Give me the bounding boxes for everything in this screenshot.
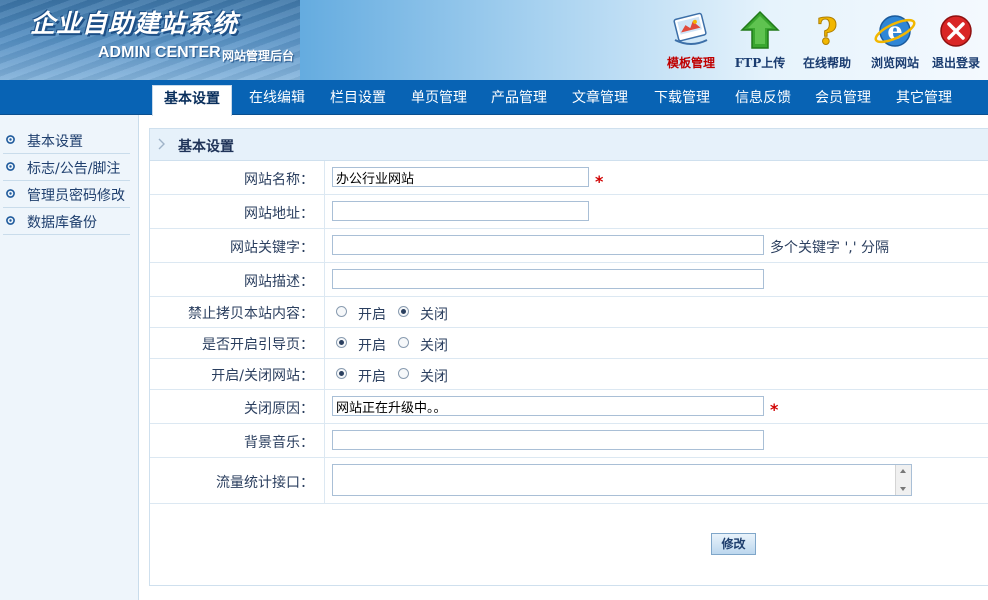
- panel-title: 基本设置: [178, 139, 234, 155]
- tab-online-edit[interactable]: 在线编辑: [238, 85, 316, 114]
- browse-site-label: 浏览网站: [870, 56, 919, 70]
- guide-page-radio-off[interactable]: [398, 337, 409, 348]
- bullet-icon: [6, 162, 15, 171]
- sidebar-item-db-backup[interactable]: 数据库备份: [3, 208, 130, 235]
- no-copy-option-off: 关闭: [420, 307, 448, 323]
- main-nav: 基本设置 在线编辑 栏目设置 单页管理 产品管理 文章管理 下载管理 信息反馈 …: [0, 80, 988, 116]
- chevron-right-icon: [158, 138, 165, 150]
- guide-page-option-off: 关闭: [420, 338, 448, 354]
- upload-arrow-icon: [740, 10, 780, 49]
- sidebar-item-logo-notice-footer[interactable]: 标志/公告/脚注: [3, 154, 130, 181]
- bullet-icon: [6, 189, 15, 198]
- textarea-scrollbar[interactable]: [895, 465, 911, 495]
- help-question-icon: ?: [816, 11, 838, 53]
- row-bg-music: 背景音乐：: [150, 424, 988, 458]
- site-open-label: 开启/关闭网站：: [211, 368, 314, 384]
- sidebar-item-admin-password[interactable]: 管理员密码修改: [3, 181, 130, 208]
- sidebar-item-label: 基本设置: [27, 134, 83, 150]
- stats-code-textarea[interactable]: [332, 464, 912, 496]
- template-manage-label: 模板管理: [666, 56, 715, 70]
- ftp-upload-label: FTP上传: [734, 56, 786, 70]
- row-no-copy: 禁止拷贝本站内容： 开启 关闭: [150, 297, 988, 328]
- online-help-button[interactable]: ? 在线帮助: [794, 10, 860, 71]
- required-mark: *: [595, 172, 604, 191]
- settings-panel: 基本设置 网站名称： * 网站地址： 网站关键字： 多个关键字 ',' 分隔 网…: [149, 128, 988, 586]
- sidebar-item-label: 标志/公告/脚注: [27, 161, 121, 177]
- bg-music-label: 背景音乐：: [244, 435, 314, 451]
- site-url-input[interactable]: [332, 201, 589, 221]
- row-stats-code: 流量统计接口：: [150, 458, 988, 504]
- tab-member-manage[interactable]: 会员管理: [804, 85, 882, 114]
- svg-text:?: ?: [816, 11, 837, 52]
- panel-header: 基本设置: [150, 129, 988, 161]
- tab-article-manage[interactable]: 文章管理: [561, 85, 639, 114]
- bullet-icon: [6, 216, 15, 225]
- logo-title: 企业自助建站系统: [30, 9, 239, 38]
- online-help-label: 在线帮助: [802, 56, 851, 70]
- scroll-down-icon[interactable]: [900, 487, 906, 491]
- logo-english: ADMIN CENTER: [98, 44, 221, 61]
- scroll-up-icon[interactable]: [900, 469, 906, 473]
- required-mark: *: [770, 400, 779, 419]
- submit-button[interactable]: 修改: [711, 533, 756, 555]
- stats-code-label: 流量统计接口：: [216, 475, 314, 491]
- sidebar-item-label: 数据库备份: [27, 215, 97, 231]
- guide-page-option-on: 开启: [358, 338, 386, 354]
- row-close-reason: 关闭原因： *: [150, 390, 988, 424]
- site-open-option-on: 开启: [358, 369, 386, 385]
- bg-music-input[interactable]: [332, 430, 764, 450]
- sidebar: 基本设置 标志/公告/脚注 管理员密码修改 数据库备份: [0, 115, 139, 600]
- guide-page-label: 是否开启引导页：: [202, 337, 314, 353]
- site-open-option-off: 关闭: [420, 369, 448, 385]
- row-keywords: 网站关键字： 多个关键字 ',' 分隔: [150, 229, 988, 263]
- no-copy-radio-on[interactable]: [336, 306, 347, 317]
- browse-site-button[interactable]: e 浏览网站: [862, 10, 928, 71]
- guide-page-radio-on[interactable]: [336, 337, 347, 348]
- logo-subtitle: 网站管理后台: [222, 49, 295, 63]
- site-name-label: 网站名称：: [244, 172, 314, 188]
- close-reason-label: 关闭原因：: [244, 401, 314, 417]
- row-site-name: 网站名称： *: [150, 161, 988, 195]
- tab-column-settings[interactable]: 栏目设置: [319, 85, 397, 114]
- template-icon: [673, 12, 708, 45]
- logout-button[interactable]: 退出登录: [923, 10, 988, 71]
- tab-download-manage[interactable]: 下载管理: [643, 85, 721, 114]
- close-reason-input[interactable]: [332, 396, 764, 416]
- no-copy-radio-off[interactable]: [398, 306, 409, 317]
- site-open-radio-on[interactable]: [336, 368, 347, 379]
- tab-single-page[interactable]: 单页管理: [400, 85, 478, 114]
- tab-other-manage[interactable]: 其它管理: [885, 85, 963, 114]
- description-input[interactable]: [332, 269, 764, 289]
- site-name-input[interactable]: [332, 167, 589, 187]
- row-site-url: 网站地址：: [150, 195, 988, 229]
- description-label: 网站描述：: [244, 274, 314, 290]
- row-site-open: 开启/关闭网站： 开启 关闭: [150, 359, 988, 390]
- bullet-icon: [6, 135, 15, 144]
- keywords-input[interactable]: [332, 235, 764, 255]
- keywords-label: 网站关键字：: [230, 240, 314, 256]
- site-open-radio-off[interactable]: [398, 368, 409, 379]
- tab-basic-settings[interactable]: 基本设置: [152, 85, 232, 116]
- template-manage-button[interactable]: 模板管理: [658, 10, 724, 71]
- app-header: 企业自助建站系统 ADMIN CENTER 网站管理后台 模板管理 FTP上传 …: [0, 0, 988, 80]
- tab-product-manage[interactable]: 产品管理: [480, 85, 558, 114]
- logout-x-icon: [940, 15, 972, 47]
- sidebar-item-label: 管理员密码修改: [27, 188, 125, 204]
- row-guide-page: 是否开启引导页： 开启 关闭: [150, 328, 988, 359]
- browser-e-icon: e: [874, 15, 916, 47]
- logout-label: 退出登录: [931, 56, 980, 70]
- tab-feedback[interactable]: 信息反馈: [724, 85, 802, 114]
- no-copy-label: 禁止拷贝本站内容：: [188, 306, 314, 322]
- site-url-label: 网站地址：: [244, 206, 314, 222]
- keywords-hint: 多个关键字 ',' 分隔: [770, 240, 890, 256]
- sidebar-item-basic-settings[interactable]: 基本设置: [3, 127, 130, 154]
- no-copy-option-on: 开启: [358, 307, 386, 323]
- row-description: 网站描述：: [150, 263, 988, 297]
- ftp-upload-button[interactable]: FTP上传: [727, 10, 793, 71]
